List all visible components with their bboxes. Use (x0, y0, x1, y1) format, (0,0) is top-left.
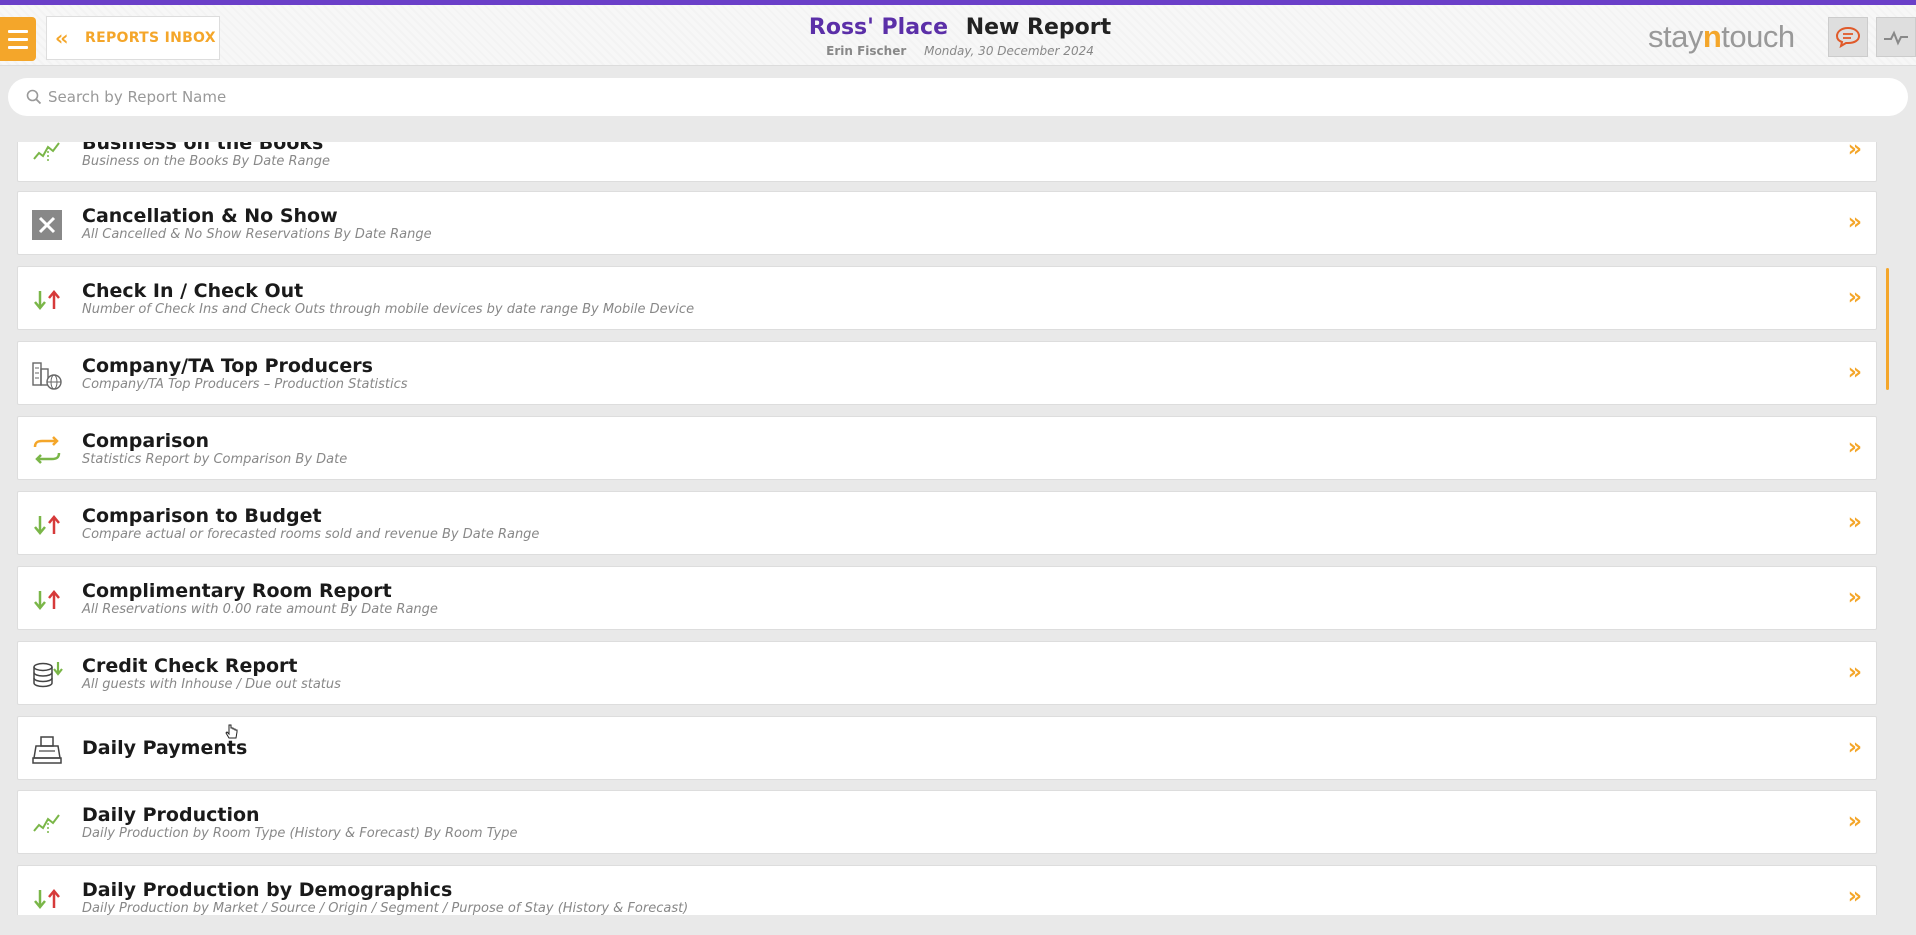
user-name: Erin Fischer (826, 44, 907, 58)
double-chevron-right-icon: » (1847, 210, 1862, 235)
report-name: Cancellation & No Show (82, 205, 338, 227)
report-name: Daily Payments (82, 737, 248, 759)
report-row-cancellation-no-show[interactable]: Cancellation & No Show All Cancelled & N… (17, 191, 1877, 255)
report-row-daily-payments[interactable]: Daily Payments » (17, 716, 1877, 780)
close-box-icon (30, 208, 64, 242)
report-desc: Company/TA Top Producers – Production St… (82, 377, 408, 392)
report-desc: Compare actual or forecasted rooms sold … (82, 527, 540, 542)
report-row-credit-check-report[interactable]: Credit Check Report All guests with Inho… (17, 641, 1877, 705)
report-desc: Daily Production by Room Type (History &… (82, 826, 518, 841)
menu-icon (8, 29, 28, 33)
report-row-check-in-check-out[interactable]: Check In / Check Out Number of Check Ins… (17, 266, 1877, 330)
report-name: Comparison to Budget (82, 505, 322, 527)
list-scrollbar[interactable] (1886, 268, 1889, 390)
double-chevron-right-icon: » (1847, 809, 1862, 834)
menu-button[interactable] (0, 17, 36, 61)
report-name: Business on the Books (82, 142, 324, 154)
report-name: Credit Check Report (82, 655, 298, 677)
swap-arrows-icon (30, 433, 64, 467)
business-date: Monday, 30 December 2024 (924, 44, 1094, 58)
report-desc: Daily Production by Market / Source / Or… (82, 901, 689, 915)
header: ‹‹ REPORTS INBOX Ross' Place New Report … (0, 5, 1916, 66)
report-row-business-on-the-books[interactable]: Business on the Books Business on the Bo… (17, 142, 1877, 182)
double-chevron-right-icon: » (1847, 884, 1862, 909)
double-chevron-right-icon: » (1847, 360, 1862, 385)
report-row-comparison[interactable]: Comparison Statistics Report by Comparis… (17, 416, 1877, 480)
report-desc: Statistics Report by Comparison By Date (82, 452, 348, 467)
double-chevron-right-icon: » (1847, 660, 1862, 685)
report-desc: Business on the Books By Date Range (82, 154, 330, 169)
double-chevron-right-icon: » (1847, 735, 1862, 760)
report-row-comparison-to-budget[interactable]: Comparison to Budget Compare actual or f… (17, 491, 1877, 555)
report-name: Check In / Check Out (82, 280, 304, 302)
double-chevron-right-icon: » (1847, 510, 1862, 535)
report-list: Business on the Books Business on the Bo… (0, 142, 1916, 915)
arrows-up-down-icon (30, 882, 64, 915)
reports-inbox-label: REPORTS INBOX (85, 30, 216, 46)
search-bar (8, 78, 1908, 116)
search-icon (26, 89, 42, 105)
building-globe-icon (30, 358, 64, 392)
report-name: Daily Production (82, 804, 260, 826)
line-chart-icon (30, 142, 64, 169)
double-chevron-left-icon: ‹‹ (55, 26, 68, 50)
report-name: Comparison (82, 430, 209, 452)
double-chevron-right-icon: » (1847, 585, 1862, 610)
report-name: Daily Production by Demographics (82, 879, 453, 901)
coins-icon (30, 658, 64, 692)
page-title: New Report (965, 15, 1112, 40)
chat-bubble-icon (1835, 26, 1861, 49)
search-input[interactable] (8, 78, 1908, 116)
report-row-company-ta-top-producers[interactable]: Company/TA Top Producers Company/TA Top … (17, 341, 1877, 405)
double-chevron-right-icon: » (1847, 435, 1862, 460)
chat-button[interactable] (1828, 17, 1868, 57)
arrows-up-down-icon (30, 583, 64, 617)
report-name: Company/TA Top Producers (82, 355, 373, 377)
report-desc: Number of Check Ins and Check Outs throu… (82, 302, 695, 317)
reports-inbox-button[interactable]: ‹‹ REPORTS INBOX (46, 16, 220, 60)
cash-register-icon (30, 733, 64, 767)
report-name: Complimentary Room Report (82, 580, 392, 602)
page-title-block: Ross' Place New Report Erin Fischer Mond… (700, 14, 1220, 58)
double-chevron-right-icon: » (1847, 285, 1862, 310)
report-row-daily-production-by-demographics[interactable]: Daily Production by Demographics Daily P… (17, 865, 1877, 915)
report-desc: All Reservations with 0.00 rate amount B… (82, 602, 438, 617)
double-chevron-right-icon: » (1847, 142, 1862, 162)
report-desc: All guests with Inhouse / Due out status (82, 677, 341, 692)
hand-cursor-icon (225, 724, 238, 739)
arrows-up-down-icon (30, 508, 64, 542)
line-chart-icon (30, 807, 64, 841)
hotel-name: Ross' Place (808, 15, 949, 40)
arrows-up-down-icon (30, 283, 64, 317)
activity-button[interactable] (1876, 17, 1916, 57)
report-desc: All Cancelled & No Show Reservations By … (82, 227, 432, 242)
report-row-daily-production[interactable]: Daily Production Daily Production by Roo… (17, 790, 1877, 854)
stayntouch-logo: stayntouch (1648, 19, 1795, 54)
pulse-icon (1884, 30, 1908, 46)
report-row-complimentary-room-report[interactable]: Complimentary Room Report All Reservatio… (17, 566, 1877, 630)
